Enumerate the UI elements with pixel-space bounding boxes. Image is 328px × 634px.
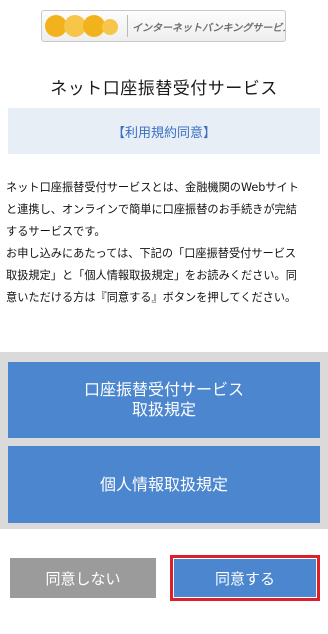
description-line: 意いただける方は『同意する』ボタンを押してください。: [6, 291, 297, 304]
header: インターネットバンキングサービス: [0, 0, 328, 52]
terms-button-label-line1: 口座振替受付サービス: [83, 380, 244, 399]
disagree-button[interactable]: 同意しない: [10, 558, 156, 598]
bank-logo: インターネットバンキングサービス: [41, 10, 286, 42]
disagree-button-label: 同意しない: [45, 569, 121, 588]
description-line: お申し込みにあたっては、下記の「口座振替受付サービス: [6, 247, 297, 260]
agree-button-label: 同意する: [214, 569, 275, 588]
logo-mark-icon: [45, 13, 125, 39]
description-line: 取扱規定」と「個人情報取扱規定」をお読みください。同: [6, 269, 297, 282]
description-line: するサービスです。: [6, 225, 106, 238]
logo-text: インターネットバンキングサービス: [132, 22, 286, 34]
description-line: ネット口座振替受付サービスとは、金融機関のWebサイト: [6, 181, 299, 194]
consent-heading: 【利用規約同意】: [8, 108, 320, 154]
consent-heading-label: 【利用規約同意】: [111, 125, 216, 141]
page-title: ネット口座振替受付サービス: [50, 79, 278, 99]
privacy-policy-button[interactable]: 個人情報取扱規定: [8, 446, 320, 523]
logo-divider: [127, 15, 128, 37]
documents-panel: 口座振替受付サービス 取扱規定 個人情報取扱規定: [0, 352, 328, 529]
agree-button-highlight: 同意する: [170, 555, 320, 601]
description-line: と連携し、オンラインで簡単に口座振替のお手続きが完結: [6, 203, 297, 216]
privacy-button-label: 個人情報取扱規定: [99, 474, 228, 494]
agree-button[interactable]: 同意する: [174, 559, 316, 597]
terms-of-service-button[interactable]: 口座振替受付サービス 取扱規定: [8, 362, 320, 438]
terms-button-label-line2: 取扱規定: [131, 400, 196, 419]
service-description: ネット口座振替受付サービスとは、金融機関のWebサイト と連携し、オンラインで簡…: [6, 177, 324, 309]
